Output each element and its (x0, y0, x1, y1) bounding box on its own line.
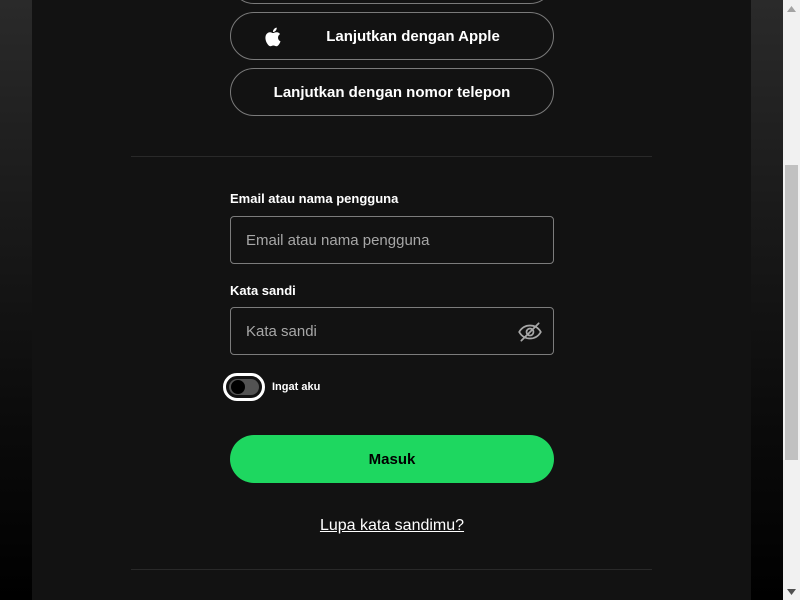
continue-with-phone-button[interactable]: Lanjutkan dengan nomor telepon (230, 68, 554, 116)
email-input[interactable] (231, 217, 553, 263)
apple-icon (265, 27, 281, 47)
scroll-down-button[interactable] (783, 583, 800, 600)
eye-off-icon[interactable] (517, 319, 543, 345)
login-button[interactable]: Masuk (230, 435, 554, 483)
remember-me-label: Ingat aku (272, 381, 321, 393)
arrow-up-icon (787, 5, 796, 12)
password-field-label: Kata sandi (230, 283, 296, 298)
password-input[interactable] (231, 308, 553, 354)
password-field-wrapper (230, 307, 554, 355)
vertical-scrollbar[interactable] (783, 0, 800, 600)
arrow-down-icon (787, 588, 796, 595)
continue-with-apple-button[interactable]: Lanjutkan dengan Apple (230, 12, 554, 60)
email-field-wrapper (230, 216, 554, 264)
forgot-password-link[interactable]: Lupa kata sandimu? (230, 517, 554, 535)
remember-me-toggle[interactable] (223, 373, 265, 401)
email-field-label: Email atau nama pengguna (230, 191, 399, 206)
apple-button-label: Lanjutkan dengan Apple (326, 27, 500, 45)
scroll-up-button[interactable] (783, 0, 800, 17)
scroll-thumb[interactable] (785, 165, 798, 460)
oauth-button-partial[interactable] (230, 0, 554, 4)
section-divider (131, 156, 652, 157)
bottom-divider (131, 569, 652, 570)
phone-button-label: Lanjutkan dengan nomor telepon (273, 83, 511, 101)
toggle-track (229, 379, 259, 395)
toggle-knob (231, 380, 245, 394)
login-button-label: Masuk (368, 450, 416, 468)
